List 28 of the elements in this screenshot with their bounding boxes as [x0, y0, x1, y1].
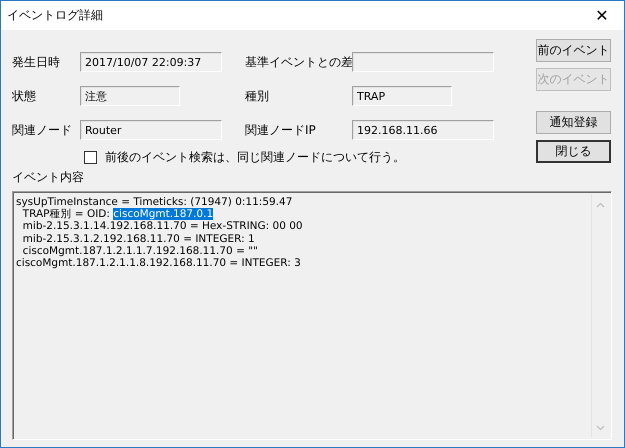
text-line: mib-2.15.3.1.2.192.168.11.70 = INTEGER: 1	[22, 232, 256, 245]
readonly-field[interactable]	[352, 52, 494, 72]
checkbox-label: 前後のイベント検索は、同じ関連ノードについて行う。	[105, 149, 405, 166]
text-line: TRAP種別 = OID: ciscoMgmt.187.0.1	[22, 208, 214, 220]
readonly-field[interactable]: 192.168.11.66	[352, 120, 494, 140]
readonly-field[interactable]: TRAP	[352, 86, 452, 106]
text-line: mib-2.15.3.1.14.192.168.11.70 = Hex-STRING: 00 00	[22, 220, 304, 233]
section-label: イベント内容	[12, 169, 84, 186]
event-text-area[interactable]	[12, 191, 612, 440]
field-label: 種別	[245, 88, 270, 104]
readonly-field[interactable]: Router	[80, 120, 222, 140]
text-line: ciscoMgmt.187.1.2.1.1.8.192.168.11.70 = INTEGER: 3	[16, 257, 302, 270]
checkbox[interactable]	[84, 151, 97, 164]
window-title: イベントログ詳細	[7, 7, 103, 24]
dialog-button[interactable]: 前のイベント	[536, 39, 611, 62]
text-line: ciscoMgmt.187.1.2.1.1.7.192.168.11.70 = ""	[22, 244, 259, 258]
field-label: 発生日時	[12, 54, 61, 70]
dialog-button[interactable]: 通知登録	[536, 111, 611, 134]
text-line: sysUpTimeInstance = Timeticks: (71947) 0:11:59.47	[16, 196, 294, 208]
field-label: 関連ノード	[12, 122, 73, 138]
scroll-down-icon[interactable]	[596, 425, 605, 431]
field-label: 状態	[12, 88, 37, 104]
readonly-field[interactable]: 2017/10/07 22:09:37	[80, 52, 222, 72]
readonly-field[interactable]: 注意	[80, 86, 180, 106]
scroll-up-icon[interactable]	[596, 202, 605, 208]
dialog-button[interactable]: 閉じる	[536, 140, 611, 163]
field-label: 関連ノードIP	[245, 122, 317, 138]
field-label: 基準イベントとの差	[245, 54, 352, 70]
